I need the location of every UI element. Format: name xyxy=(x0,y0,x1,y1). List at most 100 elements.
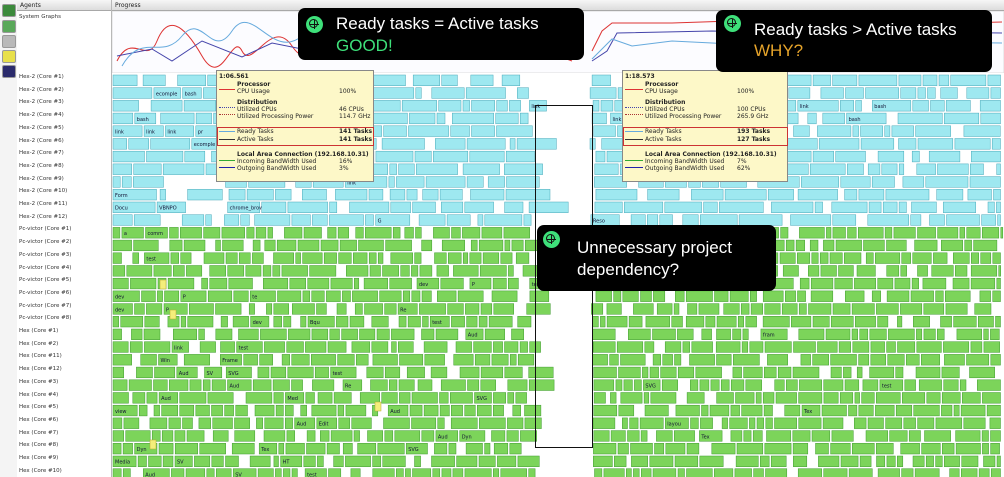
task-bar[interactable] xyxy=(354,303,363,315)
task-bar[interactable] xyxy=(735,392,755,404)
task-bar[interactable] xyxy=(784,404,801,417)
task-bar[interactable] xyxy=(283,468,291,477)
task-bar[interactable] xyxy=(381,392,398,404)
task-bar[interactable] xyxy=(389,379,398,391)
task-bar[interactable] xyxy=(394,430,421,442)
task-bar[interactable] xyxy=(624,201,664,213)
task-bar[interactable] xyxy=(653,290,666,302)
task-bar[interactable] xyxy=(300,404,307,417)
task-bar[interactable] xyxy=(465,87,506,99)
task-bar[interactable] xyxy=(978,468,990,477)
task-bar[interactable] xyxy=(491,290,518,302)
task-bar[interactable] xyxy=(153,379,168,391)
task-bar[interactable] xyxy=(835,150,866,163)
task-bar[interactable] xyxy=(439,404,450,417)
task-bar[interactable] xyxy=(371,316,389,328)
task-bar[interactable] xyxy=(876,443,894,455)
task-bar[interactable] xyxy=(260,328,287,340)
task-bar[interactable] xyxy=(969,366,995,379)
task-bar[interactable] xyxy=(462,100,470,112)
task-bar[interactable] xyxy=(808,303,832,315)
task-bar[interactable] xyxy=(504,366,523,379)
task-bar[interactable] xyxy=(767,189,794,201)
task-bar[interactable] xyxy=(610,430,626,442)
agent-row[interactable]: Hex-2 (Core #5) xyxy=(19,125,64,131)
task-bar[interactable] xyxy=(915,125,951,137)
task-bar[interactable] xyxy=(503,227,530,239)
task-bar[interactable] xyxy=(675,290,685,302)
task-bar[interactable] xyxy=(840,176,871,188)
task-bar[interactable] xyxy=(123,417,140,429)
task-bar[interactable] xyxy=(243,354,258,366)
task-bar[interactable] xyxy=(869,366,895,379)
task-bar[interactable] xyxy=(432,468,441,477)
task-bar[interactable] xyxy=(993,189,1001,201)
task-bar[interactable] xyxy=(916,328,923,340)
task-bar[interactable] xyxy=(898,201,907,213)
task-bar[interactable] xyxy=(945,303,968,315)
task-bar[interactable] xyxy=(926,392,941,404)
task-bar[interactable] xyxy=(491,430,506,442)
task-bar[interactable] xyxy=(285,404,294,417)
task-bar[interactable] xyxy=(402,290,411,302)
task-bar[interactable] xyxy=(606,316,628,328)
task-bar[interactable] xyxy=(452,112,494,125)
task-bar[interactable] xyxy=(480,303,493,315)
task-bar[interactable] xyxy=(882,201,898,213)
task-bar[interactable] xyxy=(417,379,433,391)
task-bar[interactable] xyxy=(511,328,524,340)
task-bar[interactable] xyxy=(714,290,729,302)
task-bar[interactable] xyxy=(509,354,517,366)
task-bar[interactable] xyxy=(179,404,195,417)
task-bar[interactable] xyxy=(617,443,629,455)
task-bar[interactable] xyxy=(256,417,263,429)
task-bar[interactable] xyxy=(823,379,844,391)
task-bar[interactable] xyxy=(451,316,465,328)
task-bar[interactable] xyxy=(685,290,713,302)
task-bar[interactable] xyxy=(254,404,275,417)
task-bar[interactable] xyxy=(732,366,742,379)
task-bar[interactable] xyxy=(517,354,535,366)
task-bar[interactable] xyxy=(858,404,874,417)
task-bar[interactable] xyxy=(412,468,432,477)
task-bar[interactable] xyxy=(798,392,823,404)
task-bar[interactable] xyxy=(851,328,858,340)
task-bar[interactable] xyxy=(745,379,762,391)
task-bar[interactable] xyxy=(867,214,909,226)
task-bar[interactable] xyxy=(935,417,963,429)
task-bar[interactable] xyxy=(729,290,749,302)
task-bar[interactable] xyxy=(161,404,178,417)
task-bar[interactable] xyxy=(742,328,749,340)
task-bar[interactable] xyxy=(811,430,831,442)
task-bar[interactable] xyxy=(971,252,979,264)
task-bar[interactable] xyxy=(277,290,302,302)
task-bar[interactable] xyxy=(709,404,730,417)
task-bar[interactable] xyxy=(852,443,875,455)
task-bar[interactable] xyxy=(161,430,174,442)
task-bar[interactable] xyxy=(593,392,606,404)
task-bar[interactable] xyxy=(183,100,216,112)
task-bar[interactable] xyxy=(422,316,429,328)
task-bar[interactable] xyxy=(263,277,289,290)
task-bar[interactable] xyxy=(978,316,994,328)
task-bar[interactable] xyxy=(820,265,837,277)
task-bar[interactable] xyxy=(716,316,737,328)
task-bar[interactable] xyxy=(388,176,395,188)
task-bar[interactable] xyxy=(981,214,996,226)
agent-row[interactable]: Hex-2 (Core #1) xyxy=(19,74,64,80)
task-bar[interactable] xyxy=(466,316,478,328)
task-bar[interactable] xyxy=(451,227,461,239)
agent-row[interactable]: Hex (Core #1) xyxy=(19,328,58,334)
task-bar[interactable] xyxy=(832,227,846,239)
task-bar[interactable] xyxy=(203,252,225,264)
task-bar[interactable] xyxy=(945,290,971,302)
task-bar[interactable] xyxy=(686,443,700,455)
task-bar[interactable] xyxy=(450,125,470,137)
task-bar[interactable] xyxy=(832,303,851,315)
task-bar[interactable] xyxy=(203,227,221,239)
task-bar[interactable] xyxy=(112,87,153,99)
task-bar[interactable] xyxy=(835,239,862,252)
task-bar[interactable] xyxy=(504,239,511,252)
task-bar[interactable] xyxy=(945,100,971,112)
task-bar[interactable] xyxy=(921,443,941,455)
